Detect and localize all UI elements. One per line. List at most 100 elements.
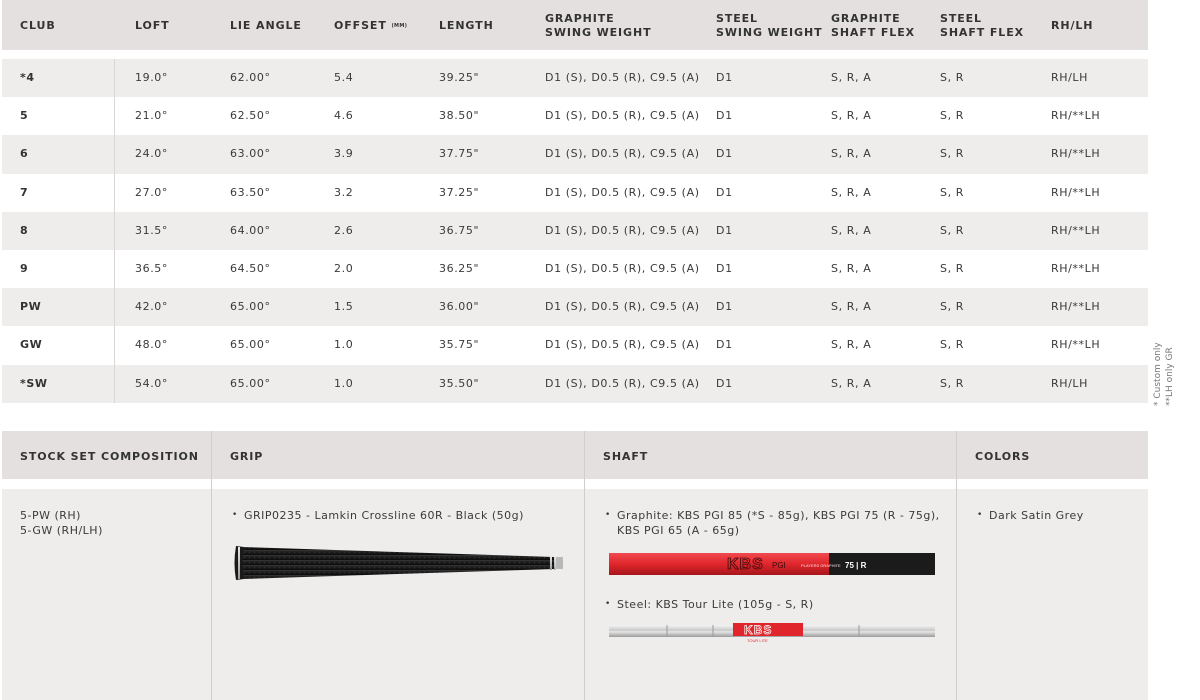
club-column-divider: [114, 59, 115, 403]
cell-hand: RH/**LH: [1051, 185, 1101, 199]
shaft-graphite-line-2: KBS PGI 65 (A - 65g): [617, 524, 740, 537]
table-row: 9 36.5° 64.50° 2.0 36.25" D1 (S), D0.5 (R), C…: [2, 249, 1148, 289]
cell-steel-sw: D1: [716, 185, 733, 199]
header-steel-sw-line1: STEEL: [716, 12, 758, 25]
header-graphite-sw-line2: SWING WEIGHT: [545, 26, 652, 39]
cell-loft: 19.0°: [135, 71, 168, 84]
table-row: 8 31.5° 64.00° 2.6 36.75" D1 (S), D0.5 (R), C…: [2, 211, 1148, 250]
cell-lie: 64.00°: [230, 223, 271, 237]
header-steel-swing-weight: STEEL SWING WEIGHT: [716, 12, 823, 40]
cell-steel-sw: D1: [716, 300, 733, 314]
header-lie-angle: LIE ANGLE: [230, 19, 302, 32]
cell-lie: 65.00°: [230, 338, 271, 352]
steel-shaft-sub: TOUR LITE: [747, 638, 768, 643]
cell-steel-flex: S, R: [940, 71, 965, 84]
cell-graphite-sw: D1 (S), D0.5 (R), C9.5 (A): [545, 300, 700, 314]
cell-offset: 2.0: [334, 261, 354, 275]
header-graphite-shaft-flex: GRAPHITE SHAFT FLEX: [831, 12, 915, 40]
header-loft: LOFT: [135, 19, 170, 32]
cell-loft: 31.5°: [135, 223, 168, 237]
cell-steel-flex: S, R: [940, 376, 965, 390]
cell-length: 35.75": [439, 338, 480, 352]
cell-steel-sw: D1: [716, 109, 733, 123]
header-stock-set: STOCK SET COMPOSITION: [20, 450, 199, 463]
header-steel-flex-line1: STEEL: [940, 12, 982, 25]
cell-hand: RH/**LH: [1051, 109, 1101, 123]
cell-graphite-flex: S, R, A: [831, 223, 872, 237]
header-length: LENGTH: [439, 19, 494, 32]
cell-hand: RH/LH: [1051, 71, 1089, 84]
grip-item: GRIP0235 - Lamkin Crossline 60R - Black …: [232, 508, 524, 523]
cell-steel-flex: S, R: [940, 109, 965, 123]
cell-graphite-sw: D1 (S), D0.5 (R), C9.5 (A): [545, 185, 700, 199]
header-offset-unit: (MM): [391, 23, 408, 29]
cell-club: 9: [20, 261, 29, 275]
cell-loft: 21.0°: [135, 109, 168, 123]
cell-hand: RH/**LH: [1051, 300, 1101, 314]
cell-graphite-flex: S, R, A: [831, 185, 872, 199]
cell-steel-sw: D1: [716, 338, 733, 352]
cell-length: 35.50": [439, 376, 480, 390]
cell-hand: RH/**LH: [1051, 338, 1101, 352]
table-row: *SW 54.0° 65.00° 1.0 35.50" D1 (S), D0.5 (R),…: [2, 364, 1148, 403]
cell-steel-flex: S, R: [940, 185, 965, 199]
cell-steel-flex: S, R: [940, 223, 965, 237]
cell-graphite-flex: S, R, A: [831, 261, 872, 275]
cell-graphite-sw: D1 (S), D0.5 (R), C9.5 (A): [545, 71, 700, 84]
side-note-custom: * Custom only: [1153, 342, 1163, 406]
cell-club: PW: [20, 300, 42, 314]
cell-graphite-sw: D1 (S), D0.5 (R), C9.5 (A): [545, 261, 700, 275]
cell-lie: 62.00°: [230, 71, 271, 84]
cell-offset: 2.6: [334, 223, 354, 237]
cell-club: 6: [20, 147, 29, 161]
graphite-shaft-model: PGI: [772, 561, 786, 570]
stock-line-2: 5-GW (RH/LH): [20, 524, 103, 537]
table-row: 7 27.0° 63.50° 3.2 37.25" D1 (S), D0.5 (R), C…: [2, 173, 1148, 212]
cell-club: 7: [20, 185, 29, 199]
cell-lie: 62.50°: [230, 109, 271, 123]
grip-image: [234, 546, 563, 580]
cell-steel-flex: S, R: [940, 261, 965, 275]
cell-loft: 42.0°: [135, 300, 168, 314]
header-rh-lh: RH/LH: [1051, 19, 1094, 32]
table-row: PW 42.0° 65.00° 1.5 36.00" D1 (S), D0.5 (R), …: [2, 288, 1148, 327]
header-colors: COLORS: [975, 450, 1031, 463]
header-offset-label: OFFSET: [334, 19, 387, 32]
cell-steel-sw: D1: [716, 376, 733, 390]
cell-length: 36.00": [439, 300, 480, 314]
comp-divider-1: [211, 431, 212, 700]
header-graphite-flex-line1: GRAPHITE: [831, 12, 901, 25]
header-steel-flex-line2: SHAFT FLEX: [940, 26, 1025, 39]
cell-lie: 65.00°: [230, 376, 271, 390]
header-steel-sw-line2: SWING WEIGHT: [716, 26, 823, 39]
cell-lie: 64.50°: [230, 261, 271, 275]
cell-offset: 5.4: [334, 71, 354, 84]
table-row: *4 19.0° 62.00° 5.4 39.25" D1 (S), D0.5 (R), …: [2, 59, 1148, 98]
cell-lie: 63.50°: [230, 185, 271, 199]
cell-length: 37.75": [439, 147, 480, 161]
stock-line-1: 5-PW (RH): [20, 509, 81, 522]
grip-end-ring-2: [554, 556, 556, 570]
cell-length: 38.50": [439, 109, 480, 123]
cell-graphite-flex: S, R, A: [831, 109, 872, 123]
side-note-lh: **LH only GR: [1165, 347, 1175, 406]
cell-hand: RH/**LH: [1051, 223, 1101, 237]
header-offset: OFFSET (MM): [334, 19, 407, 33]
cell-loft: 24.0°: [135, 147, 168, 161]
header-shaft: SHAFT: [603, 450, 649, 463]
shaft-steel-line: Steel: KBS Tour Lite (105g - S, R): [605, 597, 814, 612]
cell-lie: 65.00°: [230, 300, 271, 314]
cell-offset: 1.0: [334, 338, 354, 352]
cell-hand: RH/**LH: [1051, 147, 1101, 161]
cell-loft: 36.5°: [135, 261, 168, 275]
grip-body: [242, 547, 554, 579]
cell-graphite-flex: S, R, A: [831, 376, 872, 390]
composition-header-row: STOCK SET COMPOSITION GRIP SHAFT COLORS: [2, 431, 1148, 479]
color-item: Dark Satin Grey: [977, 508, 1084, 523]
cell-offset: 1.5: [334, 300, 354, 314]
cell-graphite-sw: D1 (S), D0.5 (R), C9.5 (A): [545, 109, 700, 123]
cell-loft: 27.0°: [135, 185, 168, 199]
header-graphite-flex-line2: SHAFT FLEX: [831, 26, 916, 39]
cell-length: 36.25": [439, 261, 480, 275]
cell-length: 36.75": [439, 223, 480, 237]
